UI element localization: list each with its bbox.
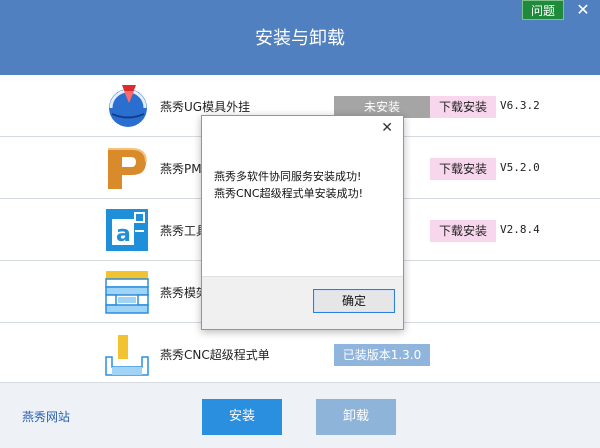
window-title: 安装与卸载: [255, 28, 345, 49]
help-button[interactable]: 问题: [522, 0, 564, 20]
window-close-button[interactable]: ✕: [566, 0, 600, 20]
download-install-button[interactable]: 下载安装: [430, 96, 496, 118]
dialog-message-line: 燕秀多软件协同服务安装成功!: [214, 170, 362, 183]
ug-globe-icon: [109, 85, 147, 127]
install-status: 已装版本1.3.0: [334, 344, 430, 366]
dialog-footer: 确定: [202, 276, 403, 329]
website-link[interactable]: 燕秀网站: [22, 408, 70, 425]
download-install-button[interactable]: 下载安装: [430, 158, 496, 180]
version-label: V6.3.2: [500, 99, 540, 112]
install-success-dialog: ✕ 燕秀多软件协同服务安装成功! 燕秀CNC超级程式单安装成功! 确定: [201, 115, 404, 330]
uninstall-button[interactable]: 卸载: [316, 399, 396, 435]
software-name: 燕秀UG模具外挂: [160, 100, 251, 114]
list-item: 燕秀CNC超级程式单 已装版本1.3.0: [0, 323, 600, 385]
svg-text:a: a: [116, 222, 131, 247]
ok-button[interactable]: 确定: [313, 289, 395, 313]
version-label: V2.8.4: [500, 223, 540, 236]
window-header: 安装与卸载 问题 ✕: [0, 0, 600, 75]
download-install-button[interactable]: 下载安装: [430, 220, 496, 242]
dialog-message-line: 燕秀CNC超级程式单安装成功!: [214, 187, 363, 200]
version-label: V5.2.0: [500, 161, 540, 174]
install-button[interactable]: 安装: [202, 399, 282, 435]
software-name: 燕秀CNC超级程式单: [160, 348, 270, 362]
footer-bar: 燕秀网站 安装 卸载: [0, 382, 600, 448]
mold-base-icon: [105, 271, 149, 314]
cnc-icon: [105, 335, 149, 376]
pms-p-icon: [108, 148, 147, 189]
dialog-message: 燕秀多软件协同服务安装成功! 燕秀CNC超级程式单安装成功!: [214, 168, 363, 202]
dialog-close-icon[interactable]: ✕: [381, 120, 393, 136]
tools-a-icon: a: [106, 209, 148, 251]
